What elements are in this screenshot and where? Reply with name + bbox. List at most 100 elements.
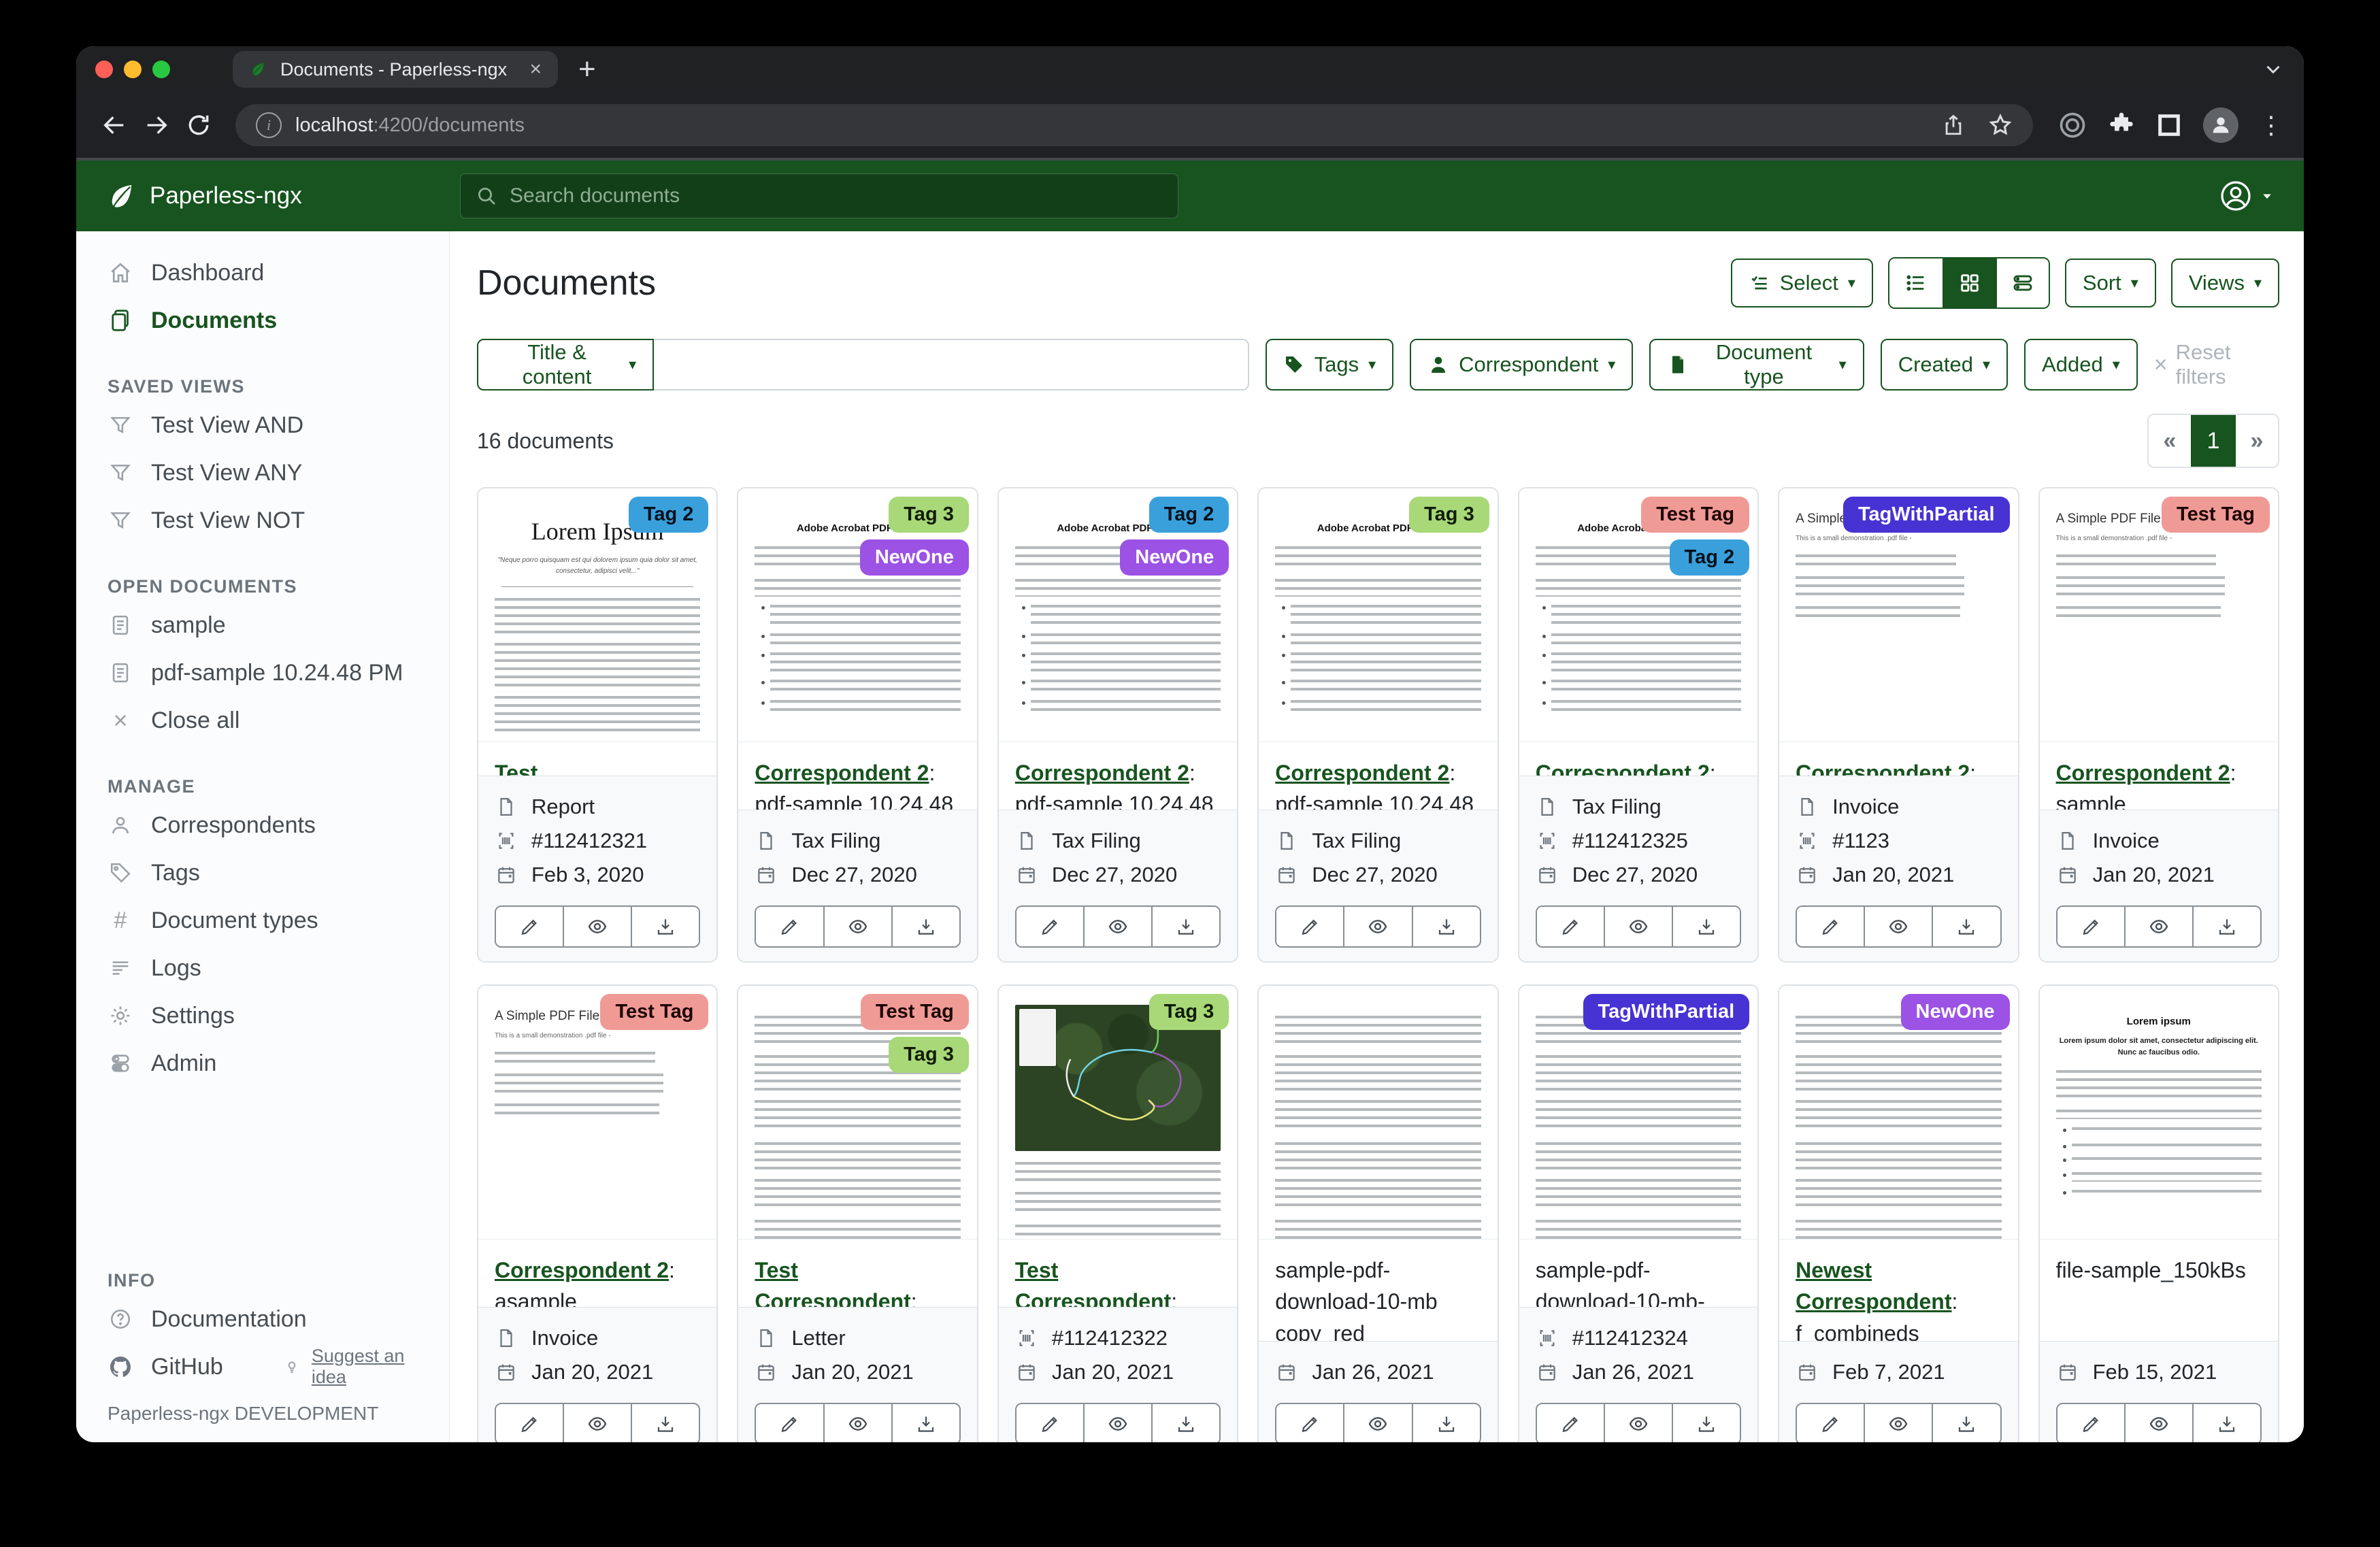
- view-button[interactable]: [1083, 1404, 1151, 1442]
- filter-text-input[interactable]: [654, 339, 1249, 390]
- correspondent-link[interactable]: Test Correspondent: [755, 1258, 910, 1307]
- view-button[interactable]: [823, 1404, 891, 1442]
- sidebar-item-test-view-any[interactable]: Test View ANY: [76, 449, 449, 497]
- view-button[interactable]: [2124, 1404, 2192, 1442]
- document-thumbnail[interactable]: Tag 3: [999, 986, 1237, 1240]
- document-type-filter-button[interactable]: Document type ▾: [1649, 339, 1864, 390]
- sidebar-item-logs[interactable]: Logs: [76, 944, 449, 992]
- edit-button[interactable]: [2057, 907, 2124, 946]
- view-button[interactable]: [823, 907, 891, 946]
- download-button[interactable]: [1151, 907, 1219, 946]
- correspondent-link[interactable]: Correspondent 2: [1796, 761, 1970, 776]
- document-thumbnail[interactable]: Adobe Acrobat PDF Files Tag 3NewOne: [738, 488, 976, 742]
- edit-button[interactable]: [2057, 1404, 2124, 1442]
- document-title-link[interactable]: pdf-sample 10.24.48 PM: [1275, 792, 1474, 810]
- document-thumbnail[interactable]: A Simple PDF FileThis is a small demonst…: [478, 986, 716, 1240]
- correspondent-link[interactable]: Correspondent 2: [1015, 761, 1189, 785]
- tag-badge[interactable]: NewOne: [1120, 539, 1229, 576]
- view-button[interactable]: [1604, 1404, 1672, 1442]
- view-button[interactable]: [563, 1404, 631, 1442]
- maximize-window-button[interactable]: [152, 61, 170, 78]
- download-button[interactable]: [1672, 1404, 1740, 1442]
- reset-filters-button[interactable]: × Reset filters: [2154, 340, 2279, 389]
- pagination-page-1[interactable]: 1: [2191, 415, 2236, 467]
- password-manager-icon[interactable]: [2057, 110, 2087, 140]
- pagination-next-button[interactable]: »: [2236, 415, 2278, 467]
- document-thumbnail[interactable]: NewOne: [1779, 986, 2017, 1240]
- side-panel-icon[interactable]: [2155, 112, 2183, 139]
- sidebar-item-test-view-and[interactable]: Test View AND: [76, 401, 449, 449]
- tag-badge[interactable]: Test Tag: [600, 994, 708, 1030]
- download-button[interactable]: [631, 1404, 699, 1442]
- document-title-link[interactable]: file-sample_150kBs: [2056, 1258, 2246, 1282]
- user-avatar-icon[interactable]: [2219, 180, 2274, 212]
- grid-view-button[interactable]: [1943, 259, 1996, 307]
- document-thumbnail[interactable]: Lorem ipsumLorem ipsum dolor sit amet, c…: [2040, 986, 2278, 1240]
- edit-button[interactable]: [1276, 1404, 1343, 1442]
- tag-badge[interactable]: Test Tag: [1641, 497, 1749, 533]
- site-info-icon[interactable]: i: [256, 112, 282, 138]
- edit-button[interactable]: [1537, 1404, 1604, 1442]
- sort-dropdown-button[interactable]: Sort ▾: [2065, 259, 2156, 307]
- sidebar-item-open-doc-sample[interactable]: sample: [76, 601, 449, 649]
- sidebar-item-close-all[interactable]: × Close all: [76, 697, 449, 744]
- correspondent-filter-button[interactable]: Correspondent ▾: [1410, 339, 1633, 390]
- correspondent-link[interactable]: Correspondent 2: [2056, 761, 2230, 785]
- edit-button[interactable]: [496, 907, 563, 946]
- document-title-link[interactable]: asample: [495, 1289, 577, 1307]
- download-button[interactable]: [2192, 1404, 2260, 1442]
- tag-badge[interactable]: Tag 2: [1149, 497, 1229, 533]
- document-thumbnail[interactable]: Adobe Acrobat PDF Files Test TagTag 2: [1519, 488, 1757, 742]
- view-button[interactable]: [1604, 907, 1672, 946]
- edit-button[interactable]: [1797, 1404, 1864, 1442]
- filter-field-dropdown-button[interactable]: Title & content ▾: [477, 339, 654, 390]
- edit-button[interactable]: [496, 1404, 563, 1442]
- share-icon[interactable]: [1942, 114, 1965, 137]
- sidebar-item-documentation[interactable]: Documentation: [76, 1295, 449, 1343]
- correspondent-link[interactable]: Test Correspondent: [495, 761, 650, 776]
- document-title-link[interactable]: pdf-sample 10.24.48 PM: [1015, 792, 1214, 810]
- edit-button[interactable]: [1017, 907, 1083, 946]
- views-dropdown-button[interactable]: Views ▾: [2171, 259, 2279, 307]
- tag-badge[interactable]: TagWithPartial: [1583, 994, 1750, 1030]
- back-icon[interactable]: [97, 107, 132, 143]
- document-thumbnail[interactable]: Lorem Ipsum"Neque porro quisquam est qui…: [478, 488, 716, 742]
- tag-badge[interactable]: Tag 3: [889, 497, 969, 533]
- tag-badge[interactable]: Tag 3: [1409, 497, 1489, 533]
- tab-search-chevron-icon[interactable]: [2262, 58, 2285, 81]
- view-button[interactable]: [1083, 907, 1151, 946]
- pagination-prev-button[interactable]: «: [2149, 415, 2191, 467]
- sidebar-item-test-view-not[interactable]: Test View NOT: [76, 497, 449, 544]
- edit-button[interactable]: [756, 907, 823, 946]
- correspondent-link[interactable]: Test Correspondent: [1015, 1258, 1171, 1307]
- download-button[interactable]: [1672, 907, 1740, 946]
- edit-button[interactable]: [756, 1404, 823, 1442]
- document-title-link[interactable]: sample-pdf-download-10-mb-longer-title: [1536, 1258, 1705, 1307]
- app-logo[interactable]: Paperless-ngx: [106, 180, 460, 212]
- download-button[interactable]: [1151, 1404, 1219, 1442]
- document-thumbnail[interactable]: Adobe Acrobat PDF Files Tag 3: [1259, 488, 1497, 742]
- sidebar-item-dashboard[interactable]: Dashboard: [76, 249, 449, 297]
- edit-button[interactable]: [1276, 907, 1343, 946]
- tags-filter-button[interactable]: Tags ▾: [1266, 339, 1394, 390]
- sidebar-item-tags[interactable]: Tags: [76, 849, 449, 897]
- document-thumbnail[interactable]: [1259, 986, 1497, 1240]
- correspondent-link[interactable]: Correspondent 2: [1536, 761, 1710, 776]
- sidebar-item-github[interactable]: GitHub Suggest an idea: [76, 1343, 449, 1391]
- download-button[interactable]: [1412, 907, 1480, 946]
- sidebar-item-document-types[interactable]: # Document types: [76, 897, 449, 944]
- document-title-link[interactable]: f_combineds: [1796, 1321, 1919, 1341]
- sidebar-item-documents[interactable]: Documents: [76, 297, 449, 344]
- document-thumbnail[interactable]: Adobe Acrobat PDF Files Tag 2NewOne: [999, 488, 1237, 742]
- view-button[interactable]: [1343, 907, 1411, 946]
- reload-icon[interactable]: [181, 107, 216, 143]
- document-title-link[interactable]: sample: [2056, 792, 2126, 810]
- detail-view-button[interactable]: [1996, 259, 2049, 307]
- list-view-button[interactable]: [1889, 259, 1943, 307]
- tag-badge[interactable]: Test Tag: [2162, 497, 2270, 533]
- download-button[interactable]: [1412, 1404, 1480, 1442]
- document-title-link[interactable]: pdf-sample 10.24.48 PM: [755, 792, 953, 810]
- tab-close-icon[interactable]: ×: [529, 59, 542, 80]
- close-window-button[interactable]: [95, 61, 113, 78]
- document-thumbnail[interactable]: Test TagTag 3: [738, 986, 976, 1240]
